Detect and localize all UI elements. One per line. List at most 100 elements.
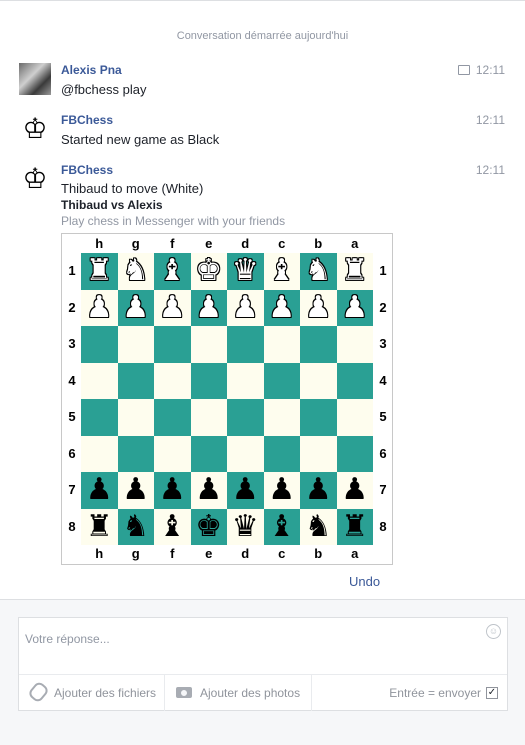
board-square-g5[interactable] [117,399,154,436]
board-square-f4[interactable] [154,362,191,399]
board-square-g7[interactable]: ♟ [117,472,154,509]
black-piece[interactable]: ♟ [159,475,186,505]
board-square-a3[interactable] [336,326,373,363]
board-square-a2[interactable]: ♟ [336,289,373,326]
board-square-a8[interactable]: ♜ [336,508,373,545]
black-piece[interactable]: ♝ [159,511,186,542]
board-square-d7[interactable]: ♟ [227,472,264,509]
board-square-c3[interactable] [263,326,300,363]
white-piece[interactable]: ♝ [268,256,295,286]
board-square-a1[interactable]: ♜ [336,253,373,290]
black-piece[interactable]: ♟ [86,475,113,505]
black-piece[interactable]: ♟ [195,475,222,505]
board-square-d2[interactable]: ♟ [227,289,264,326]
board-square-c2[interactable]: ♟ [263,289,300,326]
board-square-h4[interactable] [81,362,118,399]
white-piece[interactable]: ♞ [305,256,332,286]
board-square-b6[interactable] [300,435,337,472]
board-square-f1[interactable]: ♝ [154,253,191,290]
white-piece[interactable]: ♚ [195,256,222,286]
board-square-f3[interactable] [154,326,191,363]
white-piece[interactable]: ♟ [341,292,368,323]
board-square-b5[interactable] [300,399,337,436]
board-square-b2[interactable]: ♟ [300,289,337,326]
board-square-e1[interactable]: ♚ [190,253,227,290]
black-piece[interactable]: ♟ [305,475,332,505]
chess-board-card[interactable]: h g f e d c b a 1 2 3 4 5 6 7 8 ♜ ♞ ♝ ♚ ♛ ♝ ♞ ♜ ♟ ♟ ♟ ♟ ♟ ♟ ♟ ♟ ♟ ♟ ♟ ♟ ♟ ♟… [61,233,393,565]
board-square-g8[interactable]: ♞ [117,508,154,545]
board-square-g6[interactable] [117,435,154,472]
board-square-c1[interactable]: ♝ [263,253,300,290]
board-square-b7[interactable]: ♟ [300,472,337,509]
black-piece[interactable]: ♟ [122,475,149,505]
board-square-g2[interactable]: ♟ [117,289,154,326]
black-piece[interactable]: ♟ [268,475,295,505]
white-piece[interactable]: ♜ [86,256,113,286]
board-square-h6[interactable] [81,435,118,472]
board-square-h8[interactable]: ♜ [81,508,118,545]
board-square-d6[interactable] [227,435,264,472]
chess-board[interactable]: ♜ ♞ ♝ ♚ ♛ ♝ ♞ ♜ ♟ ♟ ♟ ♟ ♟ ♟ ♟ ♟ ♟ ♟ ♟ ♟ ♟ ♟ ♟ ♟ ♜ ♞ ♝ ♚ ♛ ♝ ♞ ♜ [81,253,373,545]
black-piece[interactable]: ♚ [195,511,222,542]
board-square-d4[interactable] [227,362,264,399]
board-square-e3[interactable] [190,326,227,363]
board-square-g3[interactable] [117,326,154,363]
board-square-f6[interactable] [154,435,191,472]
board-square-e8[interactable]: ♚ [190,508,227,545]
white-piece[interactable]: ♟ [195,292,222,323]
checkbox-icon[interactable]: ✓ [486,686,498,699]
sender-name[interactable]: Alexis Pna [61,63,122,77]
white-piece[interactable]: ♝ [159,256,186,286]
white-piece[interactable]: ♟ [232,292,259,323]
avatar[interactable] [19,63,51,95]
attach-files-button[interactable]: Ajouter des fichiers [26,675,156,711]
black-piece[interactable]: ♟ [341,475,368,505]
sender-name[interactable]: FBChess [61,113,113,127]
white-piece[interactable]: ♟ [159,292,186,323]
board-square-f8[interactable]: ♝ [154,508,191,545]
black-piece[interactable]: ♛ [232,511,259,542]
board-square-e7[interactable]: ♟ [190,472,227,509]
board-square-a4[interactable] [336,362,373,399]
board-square-f5[interactable] [154,399,191,436]
king-avatar-icon[interactable]: ♔ [19,113,51,145]
black-piece[interactable]: ♞ [122,511,149,542]
smiley-icon[interactable]: ☺ [486,624,501,639]
board-square-b8[interactable]: ♞ [300,508,337,545]
white-piece[interactable]: ♞ [122,256,149,286]
board-square-h3[interactable] [81,326,118,363]
board-square-d3[interactable] [227,326,264,363]
white-piece[interactable]: ♟ [122,292,149,323]
white-piece[interactable]: ♟ [305,292,332,323]
white-piece[interactable]: ♟ [268,292,295,323]
black-piece[interactable]: ♝ [268,511,295,542]
board-square-e5[interactable] [190,399,227,436]
black-piece[interactable]: ♞ [305,511,332,542]
undo-link[interactable]: Undo [349,574,380,589]
board-square-g1[interactable]: ♞ [117,253,154,290]
reply-input[interactable] [25,624,465,654]
board-square-c7[interactable]: ♟ [263,472,300,509]
board-square-b3[interactable] [300,326,337,363]
white-piece[interactable]: ♟ [86,292,113,323]
board-square-d5[interactable] [227,399,264,436]
board-square-f2[interactable]: ♟ [154,289,191,326]
enter-to-send-toggle[interactable]: Entrée = envoyer ✓ [389,675,498,711]
board-square-e2[interactable]: ♟ [190,289,227,326]
board-square-c4[interactable] [263,362,300,399]
king-avatar-icon[interactable]: ♔ [19,163,51,195]
board-square-b1[interactable]: ♞ [300,253,337,290]
board-square-b4[interactable] [300,362,337,399]
black-piece[interactable]: ♟ [232,475,259,505]
white-piece[interactable]: ♛ [232,256,259,286]
board-square-h2[interactable]: ♟ [81,289,118,326]
black-piece[interactable]: ♜ [341,511,368,542]
attach-photos-button[interactable]: Ajouter des photos [176,675,300,711]
board-square-c8[interactable]: ♝ [263,508,300,545]
board-square-d8[interactable]: ♛ [227,508,264,545]
board-square-c5[interactable] [263,399,300,436]
white-piece[interactable]: ♜ [341,256,368,286]
board-square-h5[interactable] [81,399,118,436]
board-square-f7[interactable]: ♟ [154,472,191,509]
board-square-d1[interactable]: ♛ [227,253,264,290]
